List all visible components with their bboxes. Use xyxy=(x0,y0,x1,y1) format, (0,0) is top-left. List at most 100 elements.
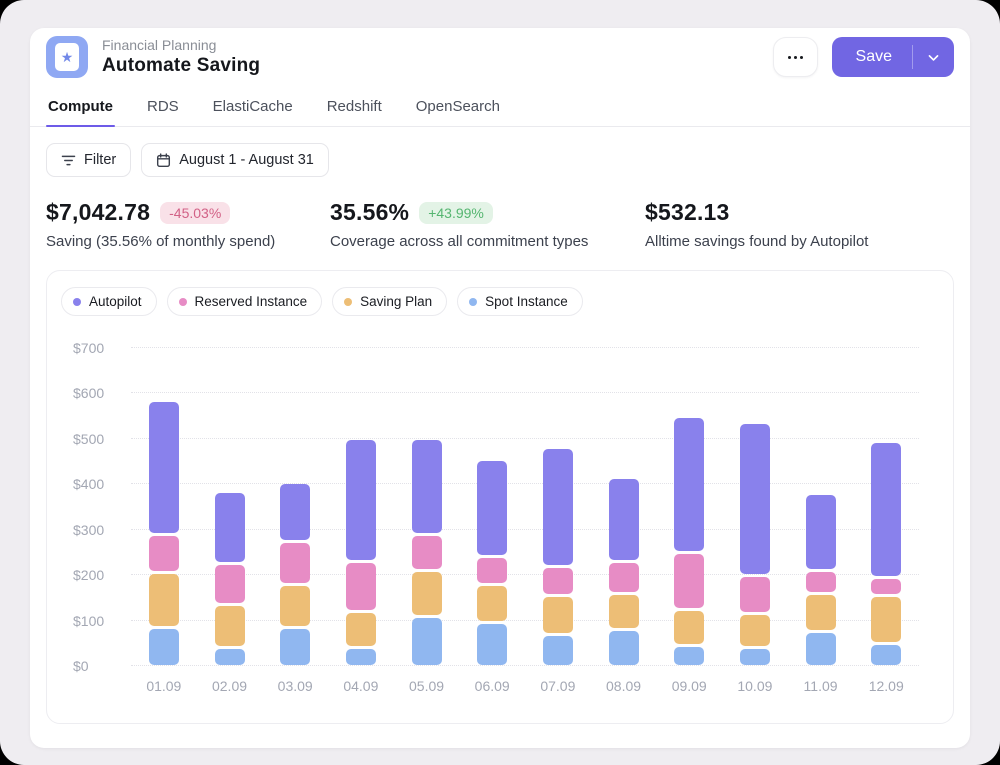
bar-segment-spot-instance[interactable] xyxy=(609,631,639,664)
bar-segment-autopilot[interactable] xyxy=(346,440,376,560)
bar-segment-spot-instance[interactable] xyxy=(477,624,507,664)
main-card: ★ Financial Planning Automate Saving Sav… xyxy=(30,28,970,748)
bar-06.09 xyxy=(459,348,525,666)
bar-segment-saving-plan[interactable] xyxy=(346,613,376,646)
bar-segment-autopilot[interactable] xyxy=(871,443,901,576)
y-tick-label: $200 xyxy=(73,567,104,583)
bar-segment-saving-plan[interactable] xyxy=(806,595,836,631)
bar-segment-autopilot[interactable] xyxy=(740,424,770,573)
save-split-button[interactable]: Save xyxy=(832,37,954,77)
bar-segment-reserved-instance[interactable] xyxy=(412,536,442,569)
tab-rds[interactable]: RDS xyxy=(145,90,181,126)
bar-segment-spot-instance[interactable] xyxy=(149,629,179,665)
bar-09.09 xyxy=(656,348,722,666)
more-options-button[interactable] xyxy=(773,37,818,77)
filter-lines-icon xyxy=(61,154,76,167)
x-tick-label: 07.09 xyxy=(525,678,591,694)
legend-item-saving-plan[interactable]: Saving Plan xyxy=(332,287,447,316)
bar-segment-saving-plan[interactable] xyxy=(674,611,704,644)
page-title: Automate Saving xyxy=(102,55,773,77)
bars-container xyxy=(131,348,919,666)
bar-segment-spot-instance[interactable] xyxy=(346,649,376,664)
y-tick-label: $300 xyxy=(73,522,104,538)
legend-item-autopilot[interactable]: Autopilot xyxy=(61,287,157,316)
chart-body: $0$100$200$300$400$500$600$700 01.0902.0… xyxy=(61,348,939,694)
bar-03.09 xyxy=(262,348,328,666)
bar-segment-saving-plan[interactable] xyxy=(543,597,573,633)
legend-item-reserved-instance[interactable]: Reserved Instance xyxy=(167,287,323,316)
bar-segment-saving-plan[interactable] xyxy=(149,574,179,626)
service-tabbar: Compute RDS ElastiCache Redshift OpenSea… xyxy=(30,90,970,127)
bar-segment-autopilot[interactable] xyxy=(477,461,507,556)
legend-item-spot-instance[interactable]: Spot Instance xyxy=(457,287,583,316)
bar-segment-autopilot[interactable] xyxy=(215,493,245,563)
y-tick-label: $0 xyxy=(73,658,89,674)
bar-segment-spot-instance[interactable] xyxy=(412,618,442,665)
bar-segment-reserved-instance[interactable] xyxy=(740,577,770,613)
bar-segment-saving-plan[interactable] xyxy=(477,586,507,622)
bar-segment-saving-plan[interactable] xyxy=(280,586,310,626)
star-icon: ★ xyxy=(55,43,79,71)
stat-value: 35.56% xyxy=(330,199,409,226)
bar-segment-reserved-instance[interactable] xyxy=(806,572,836,592)
bar-segment-autopilot[interactable] xyxy=(280,484,310,540)
bar-segment-reserved-instance[interactable] xyxy=(543,568,573,595)
bar-segment-reserved-instance[interactable] xyxy=(149,536,179,572)
bar-segment-spot-instance[interactable] xyxy=(871,645,901,665)
x-tick-label: 11.09 xyxy=(788,678,854,694)
bar-segment-autopilot[interactable] xyxy=(149,402,179,533)
ellipsis-icon xyxy=(794,56,797,59)
bar-segment-saving-plan[interactable] xyxy=(740,615,770,646)
bar-segment-reserved-instance[interactable] xyxy=(346,563,376,610)
bar-segment-autopilot[interactable] xyxy=(543,449,573,564)
bar-segment-spot-instance[interactable] xyxy=(674,647,704,664)
x-tick-label: 12.09 xyxy=(853,678,919,694)
legend-dot xyxy=(469,298,477,306)
stat-monthly-saving: $7,042.78 -45.03% Saving (35.56% of mont… xyxy=(46,199,330,250)
bar-segment-reserved-instance[interactable] xyxy=(871,579,901,594)
breadcrumb: Financial Planning xyxy=(102,37,773,53)
bar-12.09 xyxy=(853,348,919,666)
bar-segment-autopilot[interactable] xyxy=(674,418,704,551)
bar-segment-reserved-instance[interactable] xyxy=(477,558,507,582)
bar-segment-reserved-instance[interactable] xyxy=(674,554,704,608)
bar-segment-saving-plan[interactable] xyxy=(871,597,901,642)
bar-segment-spot-instance[interactable] xyxy=(280,629,310,665)
bar-08.09 xyxy=(591,348,657,666)
date-range-button[interactable]: August 1 - August 31 xyxy=(141,143,329,177)
date-range-label: August 1 - August 31 xyxy=(179,152,314,168)
stat-coverage: 35.56% +43.99% Coverage across all commi… xyxy=(330,199,645,250)
ellipsis-icon xyxy=(800,56,803,59)
bar-segment-autopilot[interactable] xyxy=(412,440,442,532)
y-tick-label: $700 xyxy=(73,340,104,356)
tab-opensearch[interactable]: OpenSearch xyxy=(414,90,502,126)
bar-segment-autopilot[interactable] xyxy=(806,495,836,569)
stats-row: $7,042.78 -45.03% Saving (35.56% of mont… xyxy=(30,177,970,250)
x-axis-labels: 01.0902.0903.0904.0905.0906.0907.0908.09… xyxy=(131,678,919,694)
tab-redshift[interactable]: Redshift xyxy=(325,90,384,126)
legend-label: Saving Plan xyxy=(360,294,432,309)
bar-segment-saving-plan[interactable] xyxy=(412,572,442,614)
bar-segment-spot-instance[interactable] xyxy=(215,649,245,664)
legend-dot xyxy=(344,298,352,306)
save-button-label[interactable]: Save xyxy=(832,37,912,77)
bar-segment-reserved-instance[interactable] xyxy=(280,543,310,583)
bar-10.09 xyxy=(722,348,788,666)
legend-label: Spot Instance xyxy=(485,294,568,309)
bar-segment-reserved-instance[interactable] xyxy=(215,565,245,603)
filter-button[interactable]: Filter xyxy=(46,143,131,177)
tab-compute[interactable]: Compute xyxy=(46,90,115,126)
bar-segment-spot-instance[interactable] xyxy=(543,636,573,665)
stat-caption: Coverage across all commitment types xyxy=(330,233,645,250)
bar-segment-reserved-instance[interactable] xyxy=(609,563,639,592)
bar-segment-autopilot[interactable] xyxy=(609,479,639,560)
bar-segment-spot-instance[interactable] xyxy=(806,633,836,664)
bar-segment-spot-instance[interactable] xyxy=(740,649,770,664)
bar-segment-saving-plan[interactable] xyxy=(215,606,245,646)
stat-change-badge: +43.99% xyxy=(419,202,493,224)
page-header: ★ Financial Planning Automate Saving Sav… xyxy=(30,28,970,78)
save-dropdown-toggle[interactable] xyxy=(913,37,954,77)
legend-label: Autopilot xyxy=(89,294,142,309)
bar-segment-saving-plan[interactable] xyxy=(609,595,639,628)
tab-elasticache[interactable]: ElastiCache xyxy=(211,90,295,126)
